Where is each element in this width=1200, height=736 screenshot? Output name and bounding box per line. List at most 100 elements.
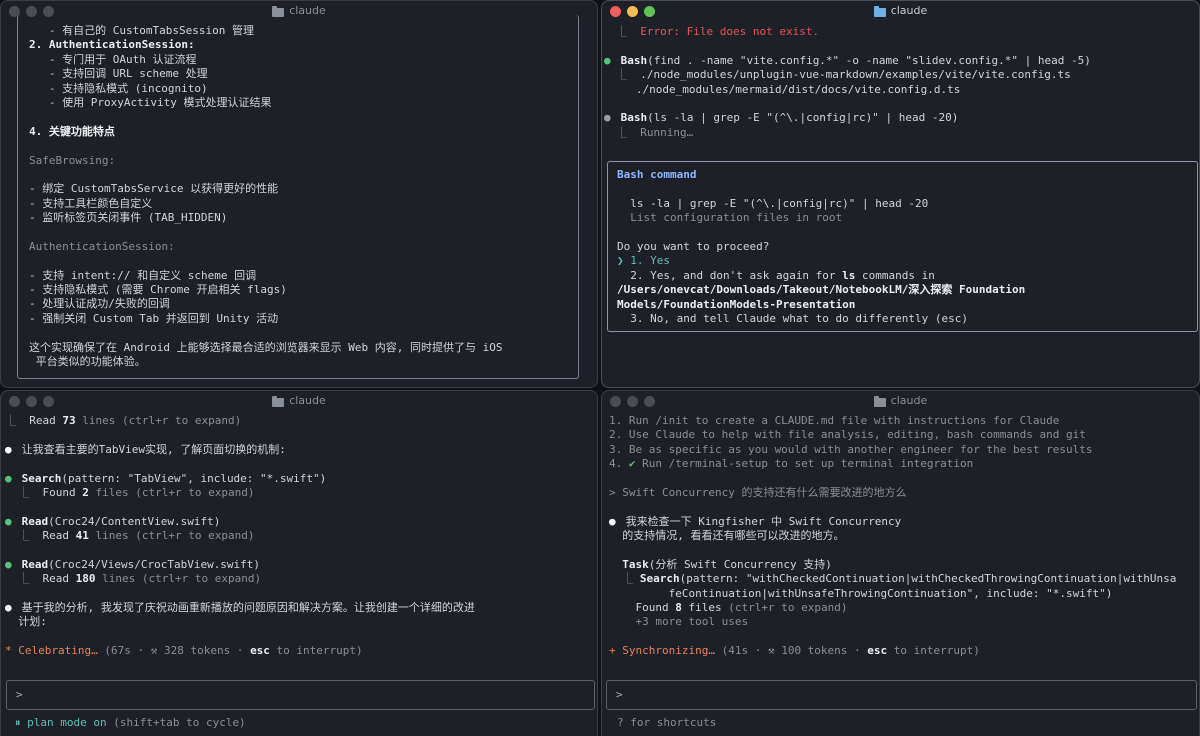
option-yes[interactable]: ❯ 1. Yes [617, 254, 1025, 268]
folder-icon [873, 5, 886, 17]
read-tool-call: ● Read(Croc24/ContentView.swift) [5, 514, 221, 528]
option-path: /Users/onevcat/Downloads/Takeout/Noteboo… [617, 283, 1026, 297]
titlebar[interactable]: claude [1, 391, 597, 411]
response-line: - 支持隐私模式 (需要 Chrome 开启相关 flags) [29, 283, 287, 297]
option-yes-dont-ask[interactable]: 2. Yes, and don't ask again for ls comma… [617, 269, 1025, 283]
terminal-window-bottom-right: claude 1. Run /init to create a CLAUDE.m… [601, 390, 1200, 736]
zoom-button[interactable] [43, 396, 54, 407]
checkmark-icon: ✔ [628, 457, 636, 471]
tip-line: 4. ✔ Run /terminal-setup to set up termi… [609, 457, 974, 471]
response-line: - 支持工具栏颜色自定义 [29, 196, 153, 210]
permission-dialog: Bash command ls -la | grep -E "(^\.|conf… [607, 161, 1198, 332]
response-line: - 支持 intent:// 和自定义 scheme 回调 [29, 268, 257, 282]
dialog-command: ls -la | grep -E "(^\.|config|rc)" | hea… [630, 196, 929, 210]
mode-indicator: ⏸ plan mode on (shift+tab to cycle) [15, 716, 246, 729]
terminal-window-top-right: claude ⎿ Error: File does not exist. ● B… [601, 0, 1200, 388]
response-line: - 处理认证成功/失败的回调 [29, 297, 170, 311]
window-controls [610, 6, 655, 17]
running-status: ⎿ Running… [616, 125, 694, 139]
zoom-button[interactable] [644, 6, 655, 17]
window-title: claude [289, 394, 326, 407]
response-line [29, 139, 597, 153]
bash-tool-call: ● Bash(find . -name "vite.config.*" -o -… [604, 53, 1091, 67]
close-button[interactable] [9, 396, 20, 407]
read-result: ⎿ Read 41 lines (ctrl+r to expand) [18, 529, 255, 543]
tip-line: 1. Run /init to create a CLAUDE.md file … [609, 414, 1060, 427]
dialog-title: Bash command [617, 168, 697, 181]
close-button[interactable] [610, 396, 621, 407]
assistant-message-cont: 的支持情况, 看看还有哪些可以改进的地方。 [622, 529, 845, 543]
response-line [29, 168, 597, 182]
response-line [29, 254, 597, 268]
minimize-button[interactable] [627, 396, 638, 407]
window-title: claude [890, 394, 928, 407]
bash-tool-call: ● Bash(ls -la | grep -E "(^\.|config|rc)… [604, 111, 959, 125]
search-tool-call: ⎿ Search(pattern: "withCheckedContinuati… [622, 572, 1177, 586]
search-result: ⎿ Found 2 files (ctrl+r to expand) [18, 485, 255, 499]
response-line: 4. 关键功能特点 [29, 124, 115, 138]
folder-icon [272, 395, 285, 407]
response-line: - 有自己的 CustomTabsSession 管理 [29, 24, 254, 37]
response-text: - 有自己的 CustomTabsSession 管理 2. Authentica… [29, 24, 597, 369]
read-result: ⎿ Read 73 lines (ctrl+r to expand) [5, 414, 242, 427]
close-button[interactable] [610, 6, 621, 17]
success-dot-icon: ● [5, 557, 12, 571]
dialog-description: List configuration files in root [630, 211, 843, 225]
terminal-window-top-left: claude - 有自己的 CustomTabsSession 管理 2. Aut… [0, 0, 598, 388]
response-line: - 强制关闭 Custom Tab 并返回到 Unity 活动 [29, 311, 279, 325]
assistant-message: ● 基于我的分析, 我发现了庆祝动画重新播放的问题原因和解决方案。让我创建一个详… [5, 601, 475, 615]
titlebar[interactable]: claude [602, 1, 1199, 21]
tip-line: 2. Use Claude to help with file analysis… [609, 428, 1086, 442]
response-line: 2. AuthenticationSession: [29, 38, 195, 52]
bash-output-line: ./node_modules/mermaid/dist/docs/vite.co… [635, 82, 961, 96]
pause-icon: ⏸ [15, 716, 21, 729]
tip-line: 3. Be as specific as you would with anot… [609, 442, 1093, 456]
response-line: 这个实现确保了在 Android 上能够选择最合适的浏览器来显示 Web 内容,… [29, 340, 503, 354]
status-line: + Synchronizing… (41s · ⚒ 100 tokens · e… [609, 644, 980, 658]
assistant-message-cont: 计划: [18, 615, 47, 629]
assistant-message: ● 让我查看主要的TabView实现, 了解页面切换的机制: [5, 442, 286, 456]
terminal-window-bottom-left: claude ⎿ Read 73 lines (ctrl+r to expand… [0, 390, 598, 736]
zoom-button[interactable] [644, 396, 655, 407]
response-line: SafeBrowsing: [29, 153, 116, 167]
window-controls [610, 396, 655, 407]
search-result: Found 8 files (ctrl+r to expand) [635, 601, 848, 615]
response-line: - 监听标签页关闭事件 (TAB_HIDDEN) [29, 211, 228, 225]
response-line [29, 225, 597, 239]
success-dot-icon: ● [5, 514, 12, 528]
success-dot-icon: ● [5, 471, 12, 485]
prompt-input[interactable]: > [6, 680, 595, 710]
window-title: claude [890, 4, 928, 17]
response-line: - 支持隐私模式 (incognito) [29, 81, 208, 95]
user-prompt: > Swift Concurrency 的支持还有什么需要改进的地方么 [609, 485, 907, 499]
pending-dot-icon: ● [604, 111, 611, 125]
spinner-icon: * [5, 644, 12, 658]
response-line: - 支持回调 URL scheme 处理 [29, 67, 208, 81]
status-line: * Celebrating… (67s · ⚒ 328 tokens · esc… [5, 644, 363, 658]
folder-icon [873, 395, 886, 407]
read-tool-call: ● Read(Croc24/Views/CrocTabView.swift) [5, 557, 261, 571]
spinner-icon: + [609, 644, 616, 658]
minimize-button[interactable] [627, 6, 638, 17]
assistant-message: ● 我来检查一下 Kingfisher 中 Swift Concurrency [609, 514, 902, 528]
response-line: - 使用 ProxyActivity 模式处理认证结果 [29, 95, 272, 109]
window-controls [9, 396, 54, 407]
success-dot-icon: ● [604, 53, 611, 67]
response-line [29, 110, 597, 124]
response-line: 平台类似的功能体验。 [29, 354, 146, 368]
minimize-button[interactable] [26, 396, 37, 407]
titlebar[interactable]: claude [602, 391, 1199, 411]
bash-output-line: ⎿ ./node_modules/unplugin-vue-markdown/e… [616, 68, 1071, 82]
search-tool-call-cont: feContinuation|withUnsafeThrowingContinu… [668, 586, 1113, 600]
more-tool-uses: +3 more tool uses [635, 615, 749, 629]
response-line [29, 326, 597, 340]
option-no[interactable]: 3. No, and tell Claude what to do differ… [617, 312, 1025, 326]
search-tool-call: ● Search(pattern: "TabView", include: "*… [5, 471, 327, 485]
response-line: - 绑定 CustomTabsService 以获得更好的性能 [29, 182, 279, 196]
option-path: Models/FoundationModels-Presentation [617, 297, 856, 311]
prompt-input[interactable]: > [606, 680, 1197, 710]
error-line: ⎿ Error: File does not exist. [616, 25, 820, 38]
dialog-question: Do you want to proceed? [617, 239, 770, 253]
response-line: AuthenticationSession: [29, 239, 175, 253]
shortcuts-hint: ? for shortcuts [617, 716, 717, 729]
